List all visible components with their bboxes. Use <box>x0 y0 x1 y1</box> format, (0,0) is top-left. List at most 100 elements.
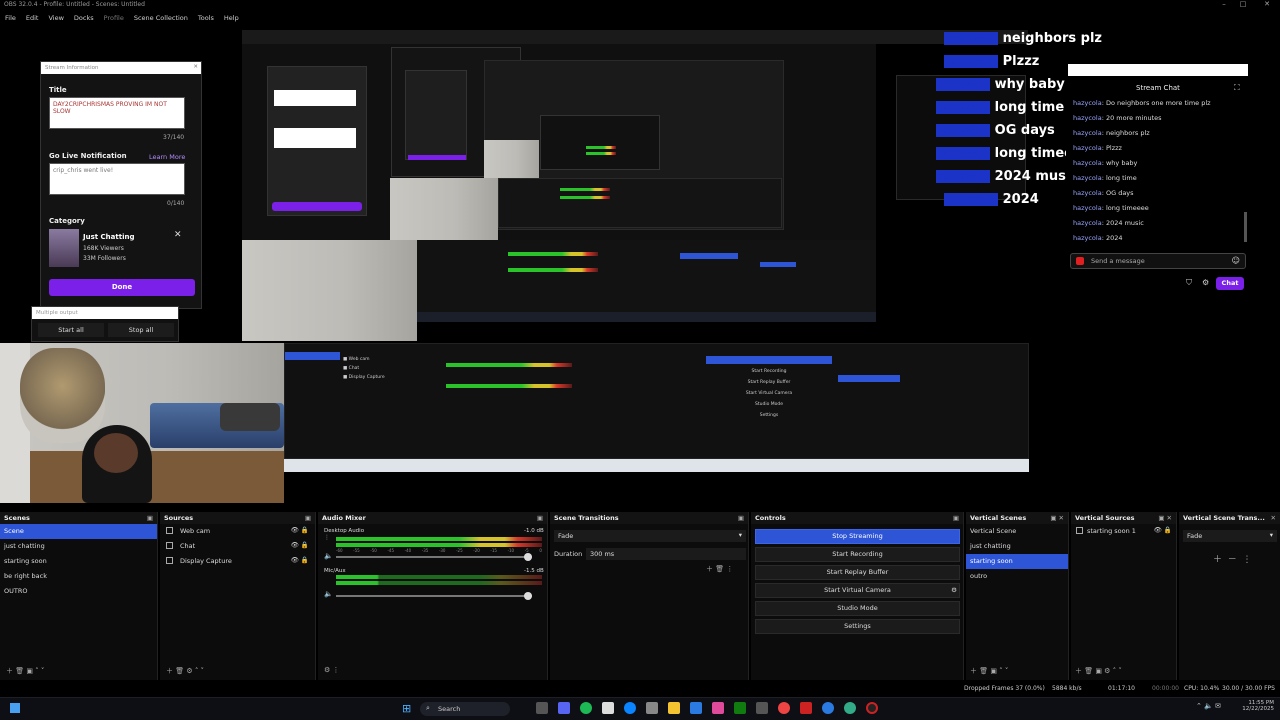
start-recording-button[interactable]: Start Recording <box>755 547 960 562</box>
chat-scrollbar[interactable] <box>1244 212 1247 242</box>
stop-all-button[interactable]: Stop all <box>108 323 174 337</box>
source-item[interactable]: Display Capture 👁 🔒 <box>160 554 315 569</box>
stop-streaming-button[interactable]: Stop Streaming <box>755 529 960 544</box>
visibility-lock-icons[interactable]: 👁 🔒 <box>291 541 309 549</box>
vsources-toolbar[interactable]: ＋ 🗑 ▣ ⚙ ˄ ˅ <box>1075 666 1122 676</box>
slider-handle[interactable] <box>524 592 532 600</box>
maximize-button[interactable]: □ <box>1238 0 1248 8</box>
studio-mode-button[interactable]: Studio Mode <box>755 601 960 616</box>
spotify-icon[interactable] <box>580 702 592 714</box>
menu-edit[interactable]: Edit <box>21 11 44 25</box>
start-replay-buffer-button[interactable]: Start Replay Buffer <box>755 565 960 580</box>
visibility-lock-icons[interactable]: 👁 🔒 <box>291 526 309 534</box>
menu-scene-collection[interactable]: Scene Collection <box>129 11 193 25</box>
menu-help[interactable]: Help <box>219 11 244 25</box>
source-item[interactable]: Web cam 👁 🔒 <box>160 524 315 539</box>
dock-menu-icon[interactable]: ▣ <box>147 514 153 522</box>
vertical-scene-item[interactable]: Vertical Scene <box>966 524 1068 539</box>
chrome-icon[interactable] <box>778 702 790 714</box>
vtrans-toolbar[interactable]: ＋ － ⋮ <box>1213 552 1251 565</box>
close-button[interactable]: ✕ <box>1262 0 1272 8</box>
app-icon[interactable] <box>646 702 658 714</box>
transition-select[interactable]: Fade ▾ <box>554 530 746 542</box>
menu-docks[interactable]: Docks <box>69 11 99 25</box>
emote-icon[interactable]: ☺ <box>1232 256 1240 265</box>
clock[interactable]: 11:55 PM 12/22/2025 <box>1234 700 1274 712</box>
slider-handle[interactable] <box>524 553 532 561</box>
app-icon[interactable] <box>844 702 856 714</box>
windows-start-icon[interactable]: ⊞ <box>402 702 411 715</box>
source-icon <box>166 557 173 564</box>
widgets-icon[interactable] <box>10 703 20 713</box>
chat-message: hazycola: 2024 music <box>1073 219 1144 227</box>
app-icon[interactable] <box>822 702 834 714</box>
menu-profile[interactable]: Profile <box>99 11 129 25</box>
dock-menu-icon[interactable]: ▣ <box>305 514 311 522</box>
vertical-scene-item[interactable]: just chatting <box>966 539 1068 554</box>
close-icon[interactable]: ✕ <box>193 64 198 70</box>
vertical-transitions-dock: Vertical Scene Trans... ✕ Fade ▾ ＋ － ⋮ <box>1179 512 1280 680</box>
audio-toolbar[interactable]: ⚙ ⋮ <box>324 666 340 674</box>
dock-close-icon[interactable]: ▣ ✕ <box>1050 514 1064 522</box>
app-icon[interactable] <box>712 702 724 714</box>
vertical-transition-select[interactable]: Fade ▾ <box>1183 530 1277 542</box>
app-icon[interactable] <box>602 702 614 714</box>
vertical-scene-item[interactable]: outro <box>966 569 1068 584</box>
taskview-icon[interactable] <box>536 702 548 714</box>
dock-close-icon[interactable]: ▣ ✕ <box>1158 514 1172 522</box>
start-all-button[interactable]: Start all <box>38 323 104 337</box>
obs-icon[interactable] <box>866 702 878 714</box>
app-icon[interactable] <box>800 702 812 714</box>
gear-icon[interactable]: ⚙ <box>1202 278 1209 287</box>
desktop-audio-slider[interactable] <box>336 556 532 558</box>
system-tray-icons[interactable]: ⌃ 🔈 ✉ <box>1196 702 1221 710</box>
menu-view[interactable]: View <box>43 11 68 25</box>
scenes-toolbar[interactable]: ＋ 🗑 ▣ ˄ ˅ <box>6 666 44 676</box>
visibility-lock-icons[interactable]: 👁 🔒 <box>291 556 309 564</box>
scene-item[interactable]: just chatting <box>0 539 157 554</box>
start-virtual-camera-button[interactable]: Start Virtual Camera ⚙ <box>755 583 960 598</box>
golive-input[interactable]: crip_chris went live! <box>49 163 185 195</box>
mic-slider[interactable] <box>336 595 532 597</box>
sources-toolbar[interactable]: ＋ 🗑 ⚙ ˄ ˅ <box>166 666 204 676</box>
xbox-icon[interactable] <box>734 702 746 714</box>
taskbar-search[interactable]: ⌕ Search <box>420 702 510 716</box>
chevron-down-icon: ▾ <box>738 531 742 539</box>
speaker-icon[interactable]: 🔈 <box>324 552 333 560</box>
speaker-icon[interactable]: 🔈 <box>324 590 333 598</box>
visibility-lock-icons[interactable]: 👁 🔒 <box>1154 526 1172 534</box>
dock-menu-icon[interactable]: ▣ <box>953 514 959 522</box>
scene-item[interactable]: starting soon <box>0 554 157 569</box>
channel-menu-icon[interactable]: ⋮ <box>324 534 330 541</box>
dock-menu-icon[interactable]: ▣ <box>738 514 744 522</box>
source-item[interactable]: Chat 👁 🔒 <box>160 539 315 554</box>
chat-input[interactable]: Send a message ☺ <box>1070 253 1246 269</box>
learn-more-link[interactable]: Learn More <box>149 153 185 161</box>
settings-button[interactable]: Settings <box>755 619 960 634</box>
vertical-source-item[interactable]: starting soon 1 👁 🔒 <box>1071 524 1176 539</box>
done-button[interactable]: Done <box>49 279 195 296</box>
transition-toolbar[interactable]: ＋ 🗑 ⋮ <box>706 564 733 574</box>
dock-close-icon[interactable]: ✕ <box>1271 514 1276 522</box>
discord-icon[interactable] <box>558 702 570 714</box>
dock-menu-icon[interactable]: ▣ <box>537 514 543 522</box>
chat-send-button[interactable]: Chat <box>1216 277 1244 290</box>
duration-input[interactable]: 300 ms <box>586 548 746 560</box>
chat-users-icon[interactable]: ⛶ <box>1234 83 1240 93</box>
shield-icon[interactable]: ⛉ <box>1186 278 1192 288</box>
scene-item[interactable]: be right back <box>0 569 157 584</box>
app-icon[interactable] <box>690 702 702 714</box>
vscenes-toolbar[interactable]: ＋ 🗑 ▣ ˄ ˅ <box>970 666 1008 676</box>
gear-icon[interactable]: ⚙ <box>947 584 961 598</box>
vertical-scene-item[interactable]: starting soon <box>966 554 1068 569</box>
minimize-button[interactable]: – <box>1219 0 1229 8</box>
scene-item[interactable]: Scene <box>0 524 157 539</box>
title-input[interactable]: DAY2CRIPCHRISMAS PROVING IM NOT SLOW <box>49 97 185 129</box>
menu-tools[interactable]: Tools <box>193 11 219 25</box>
explorer-icon[interactable] <box>668 702 680 714</box>
scene-item[interactable]: OUTRO <box>0 584 157 599</box>
menu-file[interactable]: File <box>0 11 21 25</box>
edge-icon[interactable] <box>624 702 636 714</box>
remove-category-icon[interactable]: ✕ <box>174 230 182 240</box>
app-icon[interactable] <box>756 702 768 714</box>
